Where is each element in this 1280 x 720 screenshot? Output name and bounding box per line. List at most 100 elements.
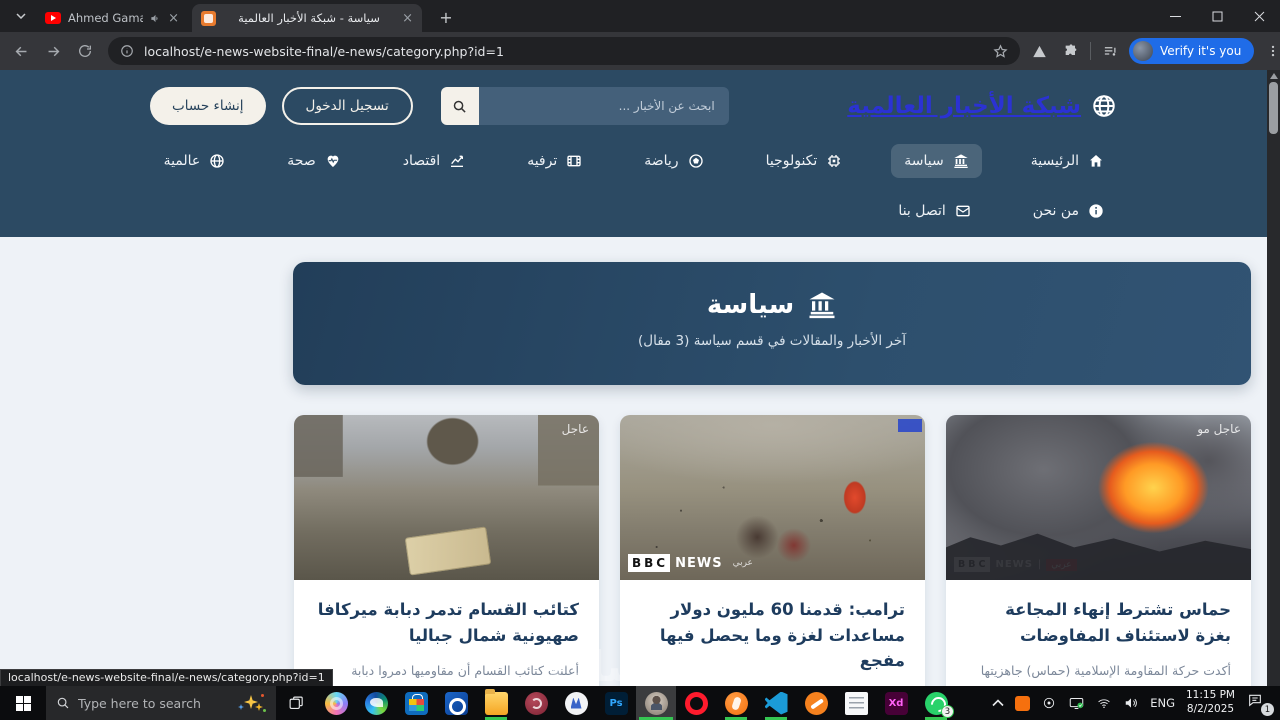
nav-label: من نحن [1032, 203, 1079, 219]
taskbar-icon-antivirus[interactable] [516, 686, 556, 720]
reload-icon[interactable] [72, 38, 98, 64]
reading-list-icon[interactable] [1097, 38, 1123, 64]
taskbar-search-input[interactable] [78, 695, 208, 711]
search-button[interactable] [440, 87, 479, 125]
article-title[interactable]: كتائب القسام تدمر دبابة ميركافا صهيونية … [314, 597, 579, 648]
nav-label: ترفيه [527, 153, 558, 169]
nav-label: الرئيسية [1030, 153, 1079, 169]
link-preview-statusbar: localhost/e-news-website-final/e-news/ca… [0, 669, 333, 687]
bbc-news-logo: BBC NEWS عربي [628, 554, 758, 572]
article-title[interactable]: حماس تشترط إنهاء المجاعة بغزة لاستئناف ا… [966, 597, 1231, 648]
extensions-puzzle-icon[interactable] [1058, 38, 1084, 64]
page-scrollbar[interactable] [1267, 70, 1280, 686]
main-nav: الرئيسية سياسة تكنولوجيا رياضة ترفيه اقت… [151, 144, 1117, 178]
forward-icon[interactable] [40, 38, 66, 64]
verify-profile-button[interactable]: Verify it's you [1129, 38, 1255, 64]
nav-item-home[interactable]: الرئيسية [1018, 144, 1117, 178]
browser-menu-icon[interactable] [1260, 38, 1280, 64]
nav-item-technology[interactable]: تكنولوجيا [753, 144, 856, 178]
category-page-content: سياسة آخر الأخبار والمقالات في قسم سياسة… [0, 237, 1267, 686]
nav-item-world[interactable]: عالمية [151, 144, 239, 178]
tray-wifi-icon[interactable] [1096, 697, 1112, 710]
bookmark-star-icon[interactable] [993, 43, 1008, 59]
taskbar-icon-lightshot[interactable] [796, 686, 836, 720]
minimize-button[interactable] [1154, 0, 1196, 32]
taskbar-icon-edge[interactable] [356, 686, 396, 720]
taskbar-icon-notepad[interactable] [836, 686, 876, 720]
windows-taskbar: Ps Xd 3 ENG 11:15 PM 8/2/2025 [0, 686, 1280, 720]
bbc-news-logo: BBC NEWS | عربي [954, 557, 1077, 572]
close-button[interactable] [1238, 0, 1280, 32]
back-icon[interactable] [8, 38, 34, 64]
login-button[interactable]: تسجيل الدخول [281, 87, 413, 125]
nav-item-about[interactable]: من نحن [1020, 194, 1117, 228]
taskbar-icon-store[interactable] [396, 686, 436, 720]
article-title[interactable]: ترامب: قدمنا 60 مليون دولار مساعدات لغزة… [640, 597, 905, 674]
page-info-icon[interactable] [120, 44, 134, 58]
article-excerpt: أعلنت كتائب القسام أن مقاوميها دمروا دبا… [351, 663, 579, 686]
taskbar-icon-vscode[interactable] [756, 686, 796, 720]
article-card[interactable]: عاجل كتائب القسام تدمر دبابة ميركافا صهي… [294, 415, 599, 686]
nav-label: سياسة [904, 153, 944, 169]
taskbar-icon-whatsapp[interactable]: 3 [916, 686, 956, 720]
tab-close-icon[interactable]: × [168, 11, 179, 26]
search-icon [452, 99, 467, 114]
taskbar-icon-xampp[interactable] [716, 686, 756, 720]
nav-item-sports[interactable]: رياضة [631, 144, 716, 178]
taskbar-icon-opera[interactable] [676, 686, 716, 720]
system-tray: ENG 11:15 PM 8/2/2025 1 [992, 689, 1280, 716]
tray-clock[interactable]: 11:15 PM 8/2/2025 [1186, 689, 1235, 716]
taskbar-icon-app[interactable] [556, 686, 596, 720]
tab-close-icon[interactable]: × [402, 11, 413, 26]
tray-volume-icon[interactable] [1123, 696, 1139, 710]
scrollbar-up-arrow-icon[interactable] [1270, 73, 1278, 79]
article-card[interactable]: BBC NEWS عربي ترامب: قدمنا 60 مليون دولا… [620, 415, 925, 686]
nav-item-economy[interactable]: اقتصاد [390, 144, 478, 178]
browser-tab-active[interactable]: سياسة - شبكة الأخبار العالمية × [192, 4, 422, 32]
adblock-extension-icon[interactable] [1026, 38, 1052, 64]
taskbar-icon-adobe-xd[interactable]: Xd [876, 686, 916, 720]
image-overlay-text: عاجل [561, 422, 589, 436]
browser-tab-youtube[interactable]: Ahmed Gamal - Edhaky | O × [36, 4, 188, 32]
tab-audio-icon[interactable] [150, 13, 161, 24]
address-bar[interactable]: localhost/e-news-website-final/e-news/ca… [108, 37, 1020, 65]
taskbar-icon-outlook[interactable] [436, 686, 476, 720]
film-icon [566, 153, 582, 169]
profile-avatar [1133, 41, 1153, 61]
new-tab-button[interactable]: + [436, 7, 456, 27]
image-overlay-text: عاجل مو [1197, 422, 1241, 436]
window-controls [1154, 0, 1280, 32]
auth-buttons: تسجيل الدخول إنشاء حساب [150, 87, 413, 125]
search-input[interactable] [478, 87, 729, 125]
category-subtitle: آخر الأخبار والمقالات في قسم سياسة (3 مق… [638, 333, 906, 349]
tray-display-icon[interactable] [1068, 696, 1085, 711]
taskbar-icon-copilot[interactable] [316, 686, 356, 720]
scrollbar-thumb[interactable] [1269, 82, 1278, 134]
bbc-arabic-tag: عربي [1046, 558, 1077, 571]
start-button[interactable] [0, 686, 46, 720]
taskbar-icon-photoshop[interactable]: Ps [596, 686, 636, 720]
signup-button[interactable]: إنشاء حساب [150, 87, 266, 125]
bbc-blocks: BBC [628, 554, 671, 572]
taskbar-icon-chrome-profile[interactable] [636, 686, 676, 720]
taskbar-search[interactable] [46, 686, 276, 720]
mail-icon [955, 203, 971, 219]
article-card[interactable]: عاجل مو BBC NEWS | عربي حماس تشترط إنهاء… [946, 415, 1251, 686]
site-logo-link[interactable]: شبكة الأخبار العالمية [847, 93, 1117, 119]
tray-chevron-icon[interactable] [992, 699, 1004, 707]
article-body: حماس تشترط إنهاء المجاعة بغزة لاستئناف ا… [946, 580, 1251, 686]
tray-xampp-icon[interactable] [1015, 695, 1031, 711]
nav-item-health[interactable]: صحة [274, 144, 353, 178]
notification-badge: 1 [1261, 703, 1274, 716]
task-view-button[interactable] [276, 686, 316, 720]
nav-item-entertainment[interactable]: ترفيه [514, 144, 595, 178]
maximize-button[interactable] [1196, 0, 1238, 32]
tab-search-caret-icon[interactable] [10, 7, 32, 25]
taskbar-icon-file-explorer[interactable] [476, 686, 516, 720]
chip-icon [826, 153, 842, 169]
nav-item-contact[interactable]: اتصل بنا [885, 194, 983, 228]
tray-language[interactable]: ENG [1150, 696, 1175, 710]
tray-onedrive-icon[interactable] [1041, 696, 1057, 710]
nav-item-politics[interactable]: سياسة [891, 144, 982, 178]
notification-center-button[interactable]: 1 [1246, 692, 1274, 716]
